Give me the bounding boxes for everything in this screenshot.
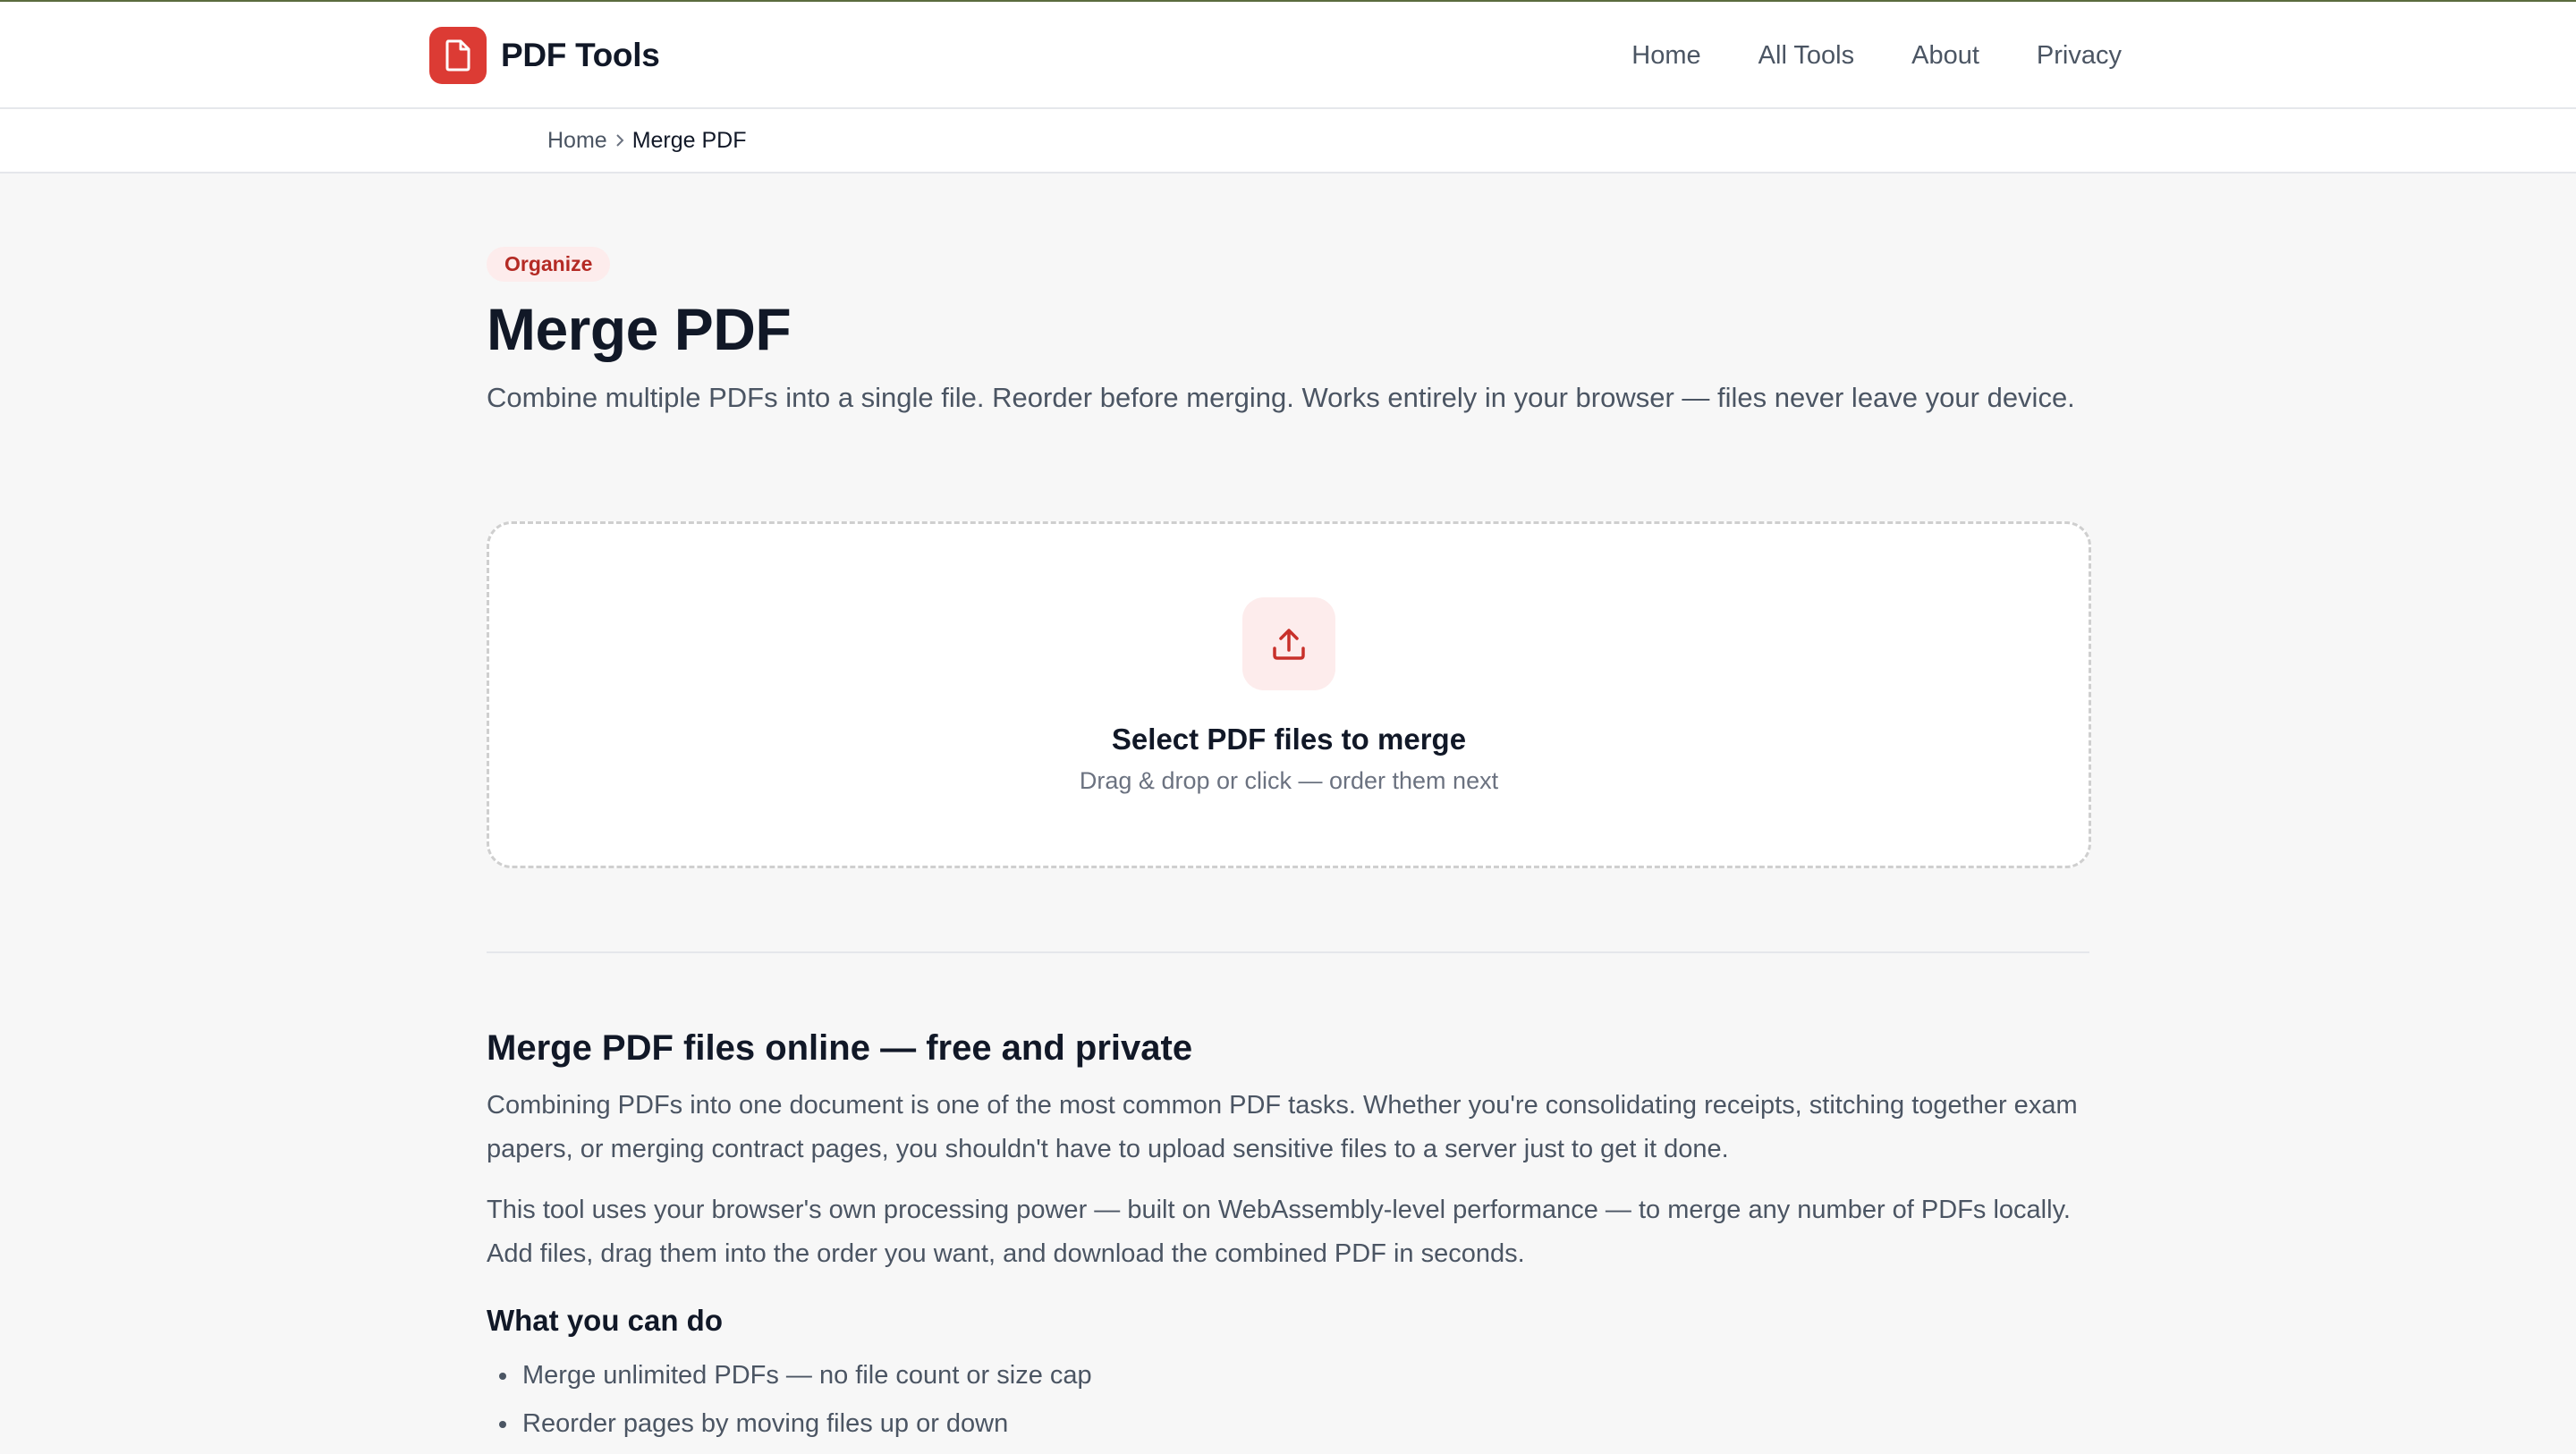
site-header: PDF Tools Home All Tools About Privacy [0,2,2576,109]
tool-main: Organize Merge PDF Combine multiple PDFs… [487,247,2091,1438]
list-item: Merge unlimited PDFs — no file count or … [487,1351,2089,1399]
info-section: Merge PDF files online — free and privat… [487,1025,2089,1448]
chevron-right-icon [614,132,625,148]
breadcrumb-home-link[interactable]: Home [547,128,607,154]
breadcrumb-bar: Home Merge PDF [0,109,2576,173]
dropzone-subtitle: Drag & drop or click — order them next [1079,767,1499,794]
breadcrumb-current: Merge PDF [631,127,747,153]
list-item: Reorder pages by moving files up or down [487,1399,2089,1448]
info-paragraph: This tool uses your browser's own proces… [487,1196,2071,1268]
bullet-icon [499,1373,506,1380]
feature-text: Reorder pages by moving files up or down [522,1409,1009,1438]
nav-about-link[interactable]: About [1911,41,1979,71]
breadcrumb: Home Merge PDF [547,109,747,172]
feature-text: Merge unlimited PDFs — no file count or … [522,1361,1092,1390]
dropzone-title: Select PDF files to merge [1111,723,1467,756]
pdf-file-icon [429,27,487,84]
main-nav: Home All Tools About Privacy [1631,27,2122,84]
file-dropzone[interactable]: Select PDF files to merge Drag & drop or… [487,521,2091,868]
section-divider [487,951,2089,953]
upload-icon [1242,597,1335,690]
category-badge: Organize [487,247,611,282]
bullet-icon [499,1421,506,1428]
nav-all-tools-link[interactable]: All Tools [1758,41,1854,71]
nav-home-link[interactable]: Home [1631,41,1700,71]
features-list: Merge unlimited PDFs — no file count or … [487,1351,2089,1448]
nav-privacy-link[interactable]: Privacy [2037,41,2122,71]
brand-name: PDF Tools [501,37,660,73]
features-heading: What you can do [487,1304,723,1337]
info-paragraph: Combining PDFs into one document is one … [487,1091,2078,1163]
brand-link[interactable]: PDF Tools [429,27,660,84]
page-description: Combine multiple PDFs into a single file… [487,381,2075,413]
page-title: Merge PDF [487,296,792,362]
info-heading: Merge PDF files online — free and privat… [487,1028,1193,1068]
